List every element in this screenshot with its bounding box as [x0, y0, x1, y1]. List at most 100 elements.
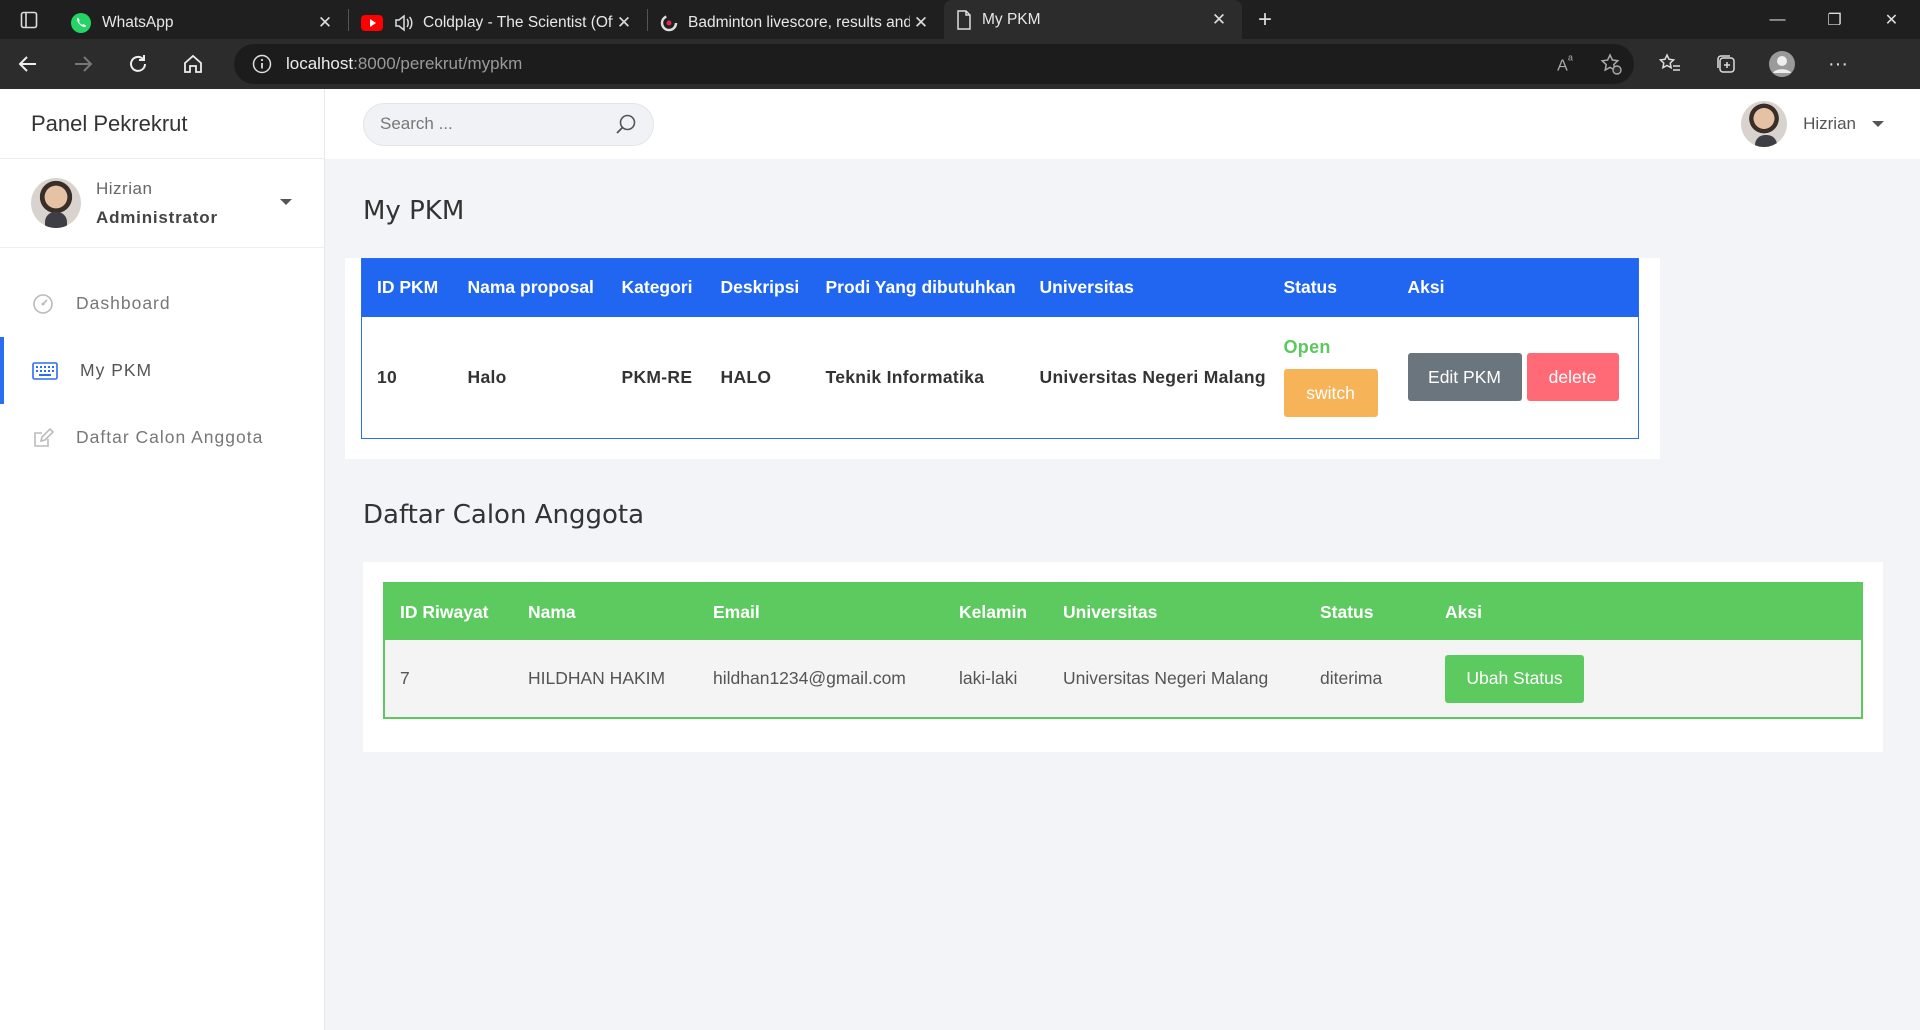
sidebar-item-label: My PKM [80, 360, 153, 380]
address-bar-row: localhost:8000/perekrut/mypkm Aᵃ ··· [0, 39, 1920, 89]
tab-title: Badminton livescore, results and [688, 14, 910, 31]
anggota-card: ID Riwayat Nama Email Kelamin Universita… [363, 562, 1883, 752]
refresh-button[interactable] [110, 39, 165, 89]
cell-aksi: Ubah Status [1430, 640, 1862, 718]
close-icon[interactable]: ✕ [613, 13, 635, 33]
search-icon[interactable] [615, 113, 637, 135]
page-title: My PKM [363, 196, 465, 226]
more-menu-button[interactable]: ··· [1810, 53, 1866, 76]
forward-arrow-icon [74, 56, 92, 72]
profile-button[interactable] [1754, 50, 1810, 78]
edit-icon [34, 427, 54, 447]
column-header: Deskripsi [705, 258, 811, 317]
forward-button[interactable] [55, 39, 110, 89]
table-header-row: ID Riwayat Nama Email Kelamin Universita… [384, 583, 1862, 640]
delete-button[interactable]: delete [1526, 353, 1619, 402]
chevron-down-icon[interactable] [280, 199, 292, 205]
user-name: Hizrian [96, 178, 153, 198]
whatsapp-icon [71, 13, 91, 33]
top-navbar: Hizrian [325, 89, 1920, 159]
status-badge: Open [1283, 337, 1331, 358]
tab-title: WhatsApp [102, 14, 174, 31]
restore-button[interactable]: ❐ [1806, 0, 1863, 39]
cell-deskripsi: HALO [720, 366, 772, 387]
restore-icon: ❐ [1827, 11, 1842, 29]
cell-prodi: Teknik Informatika [825, 366, 985, 387]
sidebar-user[interactable]: Hizrian Administrator [0, 159, 324, 248]
close-icon[interactable]: ✕ [910, 13, 932, 33]
minimize-icon: — [1769, 10, 1786, 28]
column-header: Aksi [1392, 258, 1639, 317]
ubah-status-button[interactable]: Ubah Status [1445, 654, 1584, 703]
read-aloud-button[interactable]: Aᵃ [1542, 52, 1588, 75]
search-input[interactable] [380, 114, 615, 134]
more-icon: ··· [1828, 52, 1848, 75]
tab-my-pkm[interactable]: My PKM ✕ [944, 0, 1242, 39]
sidebar-item-my-pkm[interactable]: My PKM [0, 337, 324, 404]
switch-button[interactable]: switch [1283, 369, 1378, 418]
cell-nama: Halo [467, 366, 507, 387]
url-text: localhost:8000/perekrut/mypkm [286, 54, 522, 74]
tab-badminton[interactable]: Badminton livescore, results and ✕ [648, 7, 944, 39]
refresh-icon [129, 55, 146, 72]
browser-toolbar: ··· [1642, 50, 1866, 78]
close-icon: ✕ [1884, 11, 1899, 29]
pkm-card: ID PKM Nama proposal Kategori Deskripsi … [345, 258, 1660, 459]
close-icon[interactable]: ✕ [1208, 10, 1230, 30]
close-icon[interactable]: ✕ [314, 13, 336, 33]
url-host: localhost [286, 54, 354, 73]
column-header: Universitas [1024, 258, 1269, 317]
column-header: ID Riwayat [384, 583, 513, 640]
sidebar-menu: Dashboard My PKM Daftar Calon Anggota [0, 248, 324, 471]
profile-icon [1769, 51, 1795, 77]
pkm-table: ID PKM Nama proposal Kategori Deskripsi … [361, 258, 1639, 439]
close-window-button[interactable]: ✕ [1863, 0, 1920, 39]
url-path: :8000/perekrut/mypkm [353, 54, 523, 73]
sidebar-item-label: Dashboard [76, 293, 171, 313]
home-button[interactable] [165, 39, 220, 89]
back-button[interactable] [0, 39, 55, 89]
brand-title: Panel Pekrekrut [0, 89, 324, 159]
youtube-icon [361, 15, 383, 31]
dashboard-icon [33, 293, 53, 314]
add-favorite-button[interactable] [1588, 53, 1634, 75]
url-actions: Aᵃ [1542, 52, 1634, 75]
edit-pkm-button[interactable]: Edit PKM [1407, 353, 1522, 402]
column-header: Aksi [1430, 583, 1862, 640]
new-tab-button[interactable]: + [1242, 6, 1288, 34]
minimize-button[interactable]: — [1749, 0, 1806, 39]
tab-actions-icon [20, 11, 38, 28]
tab-actions-button[interactable] [0, 0, 58, 39]
avatar [31, 178, 81, 228]
anggota-table: ID Riwayat Nama Email Kelamin Universita… [383, 582, 1863, 719]
tab-title: Coldplay - The Scientist (Offi [423, 14, 613, 31]
cell-status: Open switch [1269, 317, 1393, 439]
info-icon[interactable] [252, 54, 272, 74]
sidebar: Panel Pekrekrut Hizrian Administrator Da… [0, 89, 325, 1030]
tab-title: My PKM [982, 10, 1041, 28]
cell-status: diterima [1305, 640, 1430, 718]
url-field[interactable]: localhost:8000/perekrut/mypkm Aᵃ [234, 44, 1634, 84]
sidebar-item-dashboard[interactable]: Dashboard [0, 270, 324, 337]
collections-button[interactable] [1698, 53, 1754, 75]
topbar-user-menu[interactable]: Hizrian [1741, 101, 1884, 147]
speaker-icon[interactable] [393, 13, 413, 33]
column-header: Status [1305, 583, 1430, 640]
sidebar-item-daftar-calon-anggota[interactable]: Daftar Calon Anggota [0, 404, 324, 471]
star-add-icon [1600, 53, 1622, 75]
search-box [363, 102, 654, 146]
collections-icon [1717, 55, 1735, 73]
cell-nama: HILDHAN HAKIM [513, 640, 698, 718]
tab-coldplay[interactable]: Coldplay - The Scientist (Offi ✕ [349, 7, 647, 39]
favorites-button[interactable] [1642, 53, 1698, 75]
cell-aksi: Edit PKM delete [1393, 317, 1639, 439]
cell-id: 7 [384, 640, 513, 718]
column-header: Email [698, 583, 944, 640]
keyboard-icon [32, 361, 58, 380]
table-row: 7 HILDHAN HAKIM hildhan1234@gmail.com la… [384, 640, 1862, 718]
cell-id: 10 [377, 366, 398, 387]
plus-icon: + [1257, 5, 1272, 33]
table-header-row: ID PKM Nama proposal Kategori Deskripsi … [361, 258, 1639, 317]
tab-whatsapp[interactable]: WhatsApp ✕ [58, 7, 348, 39]
column-header: Kelamin [944, 583, 1048, 640]
